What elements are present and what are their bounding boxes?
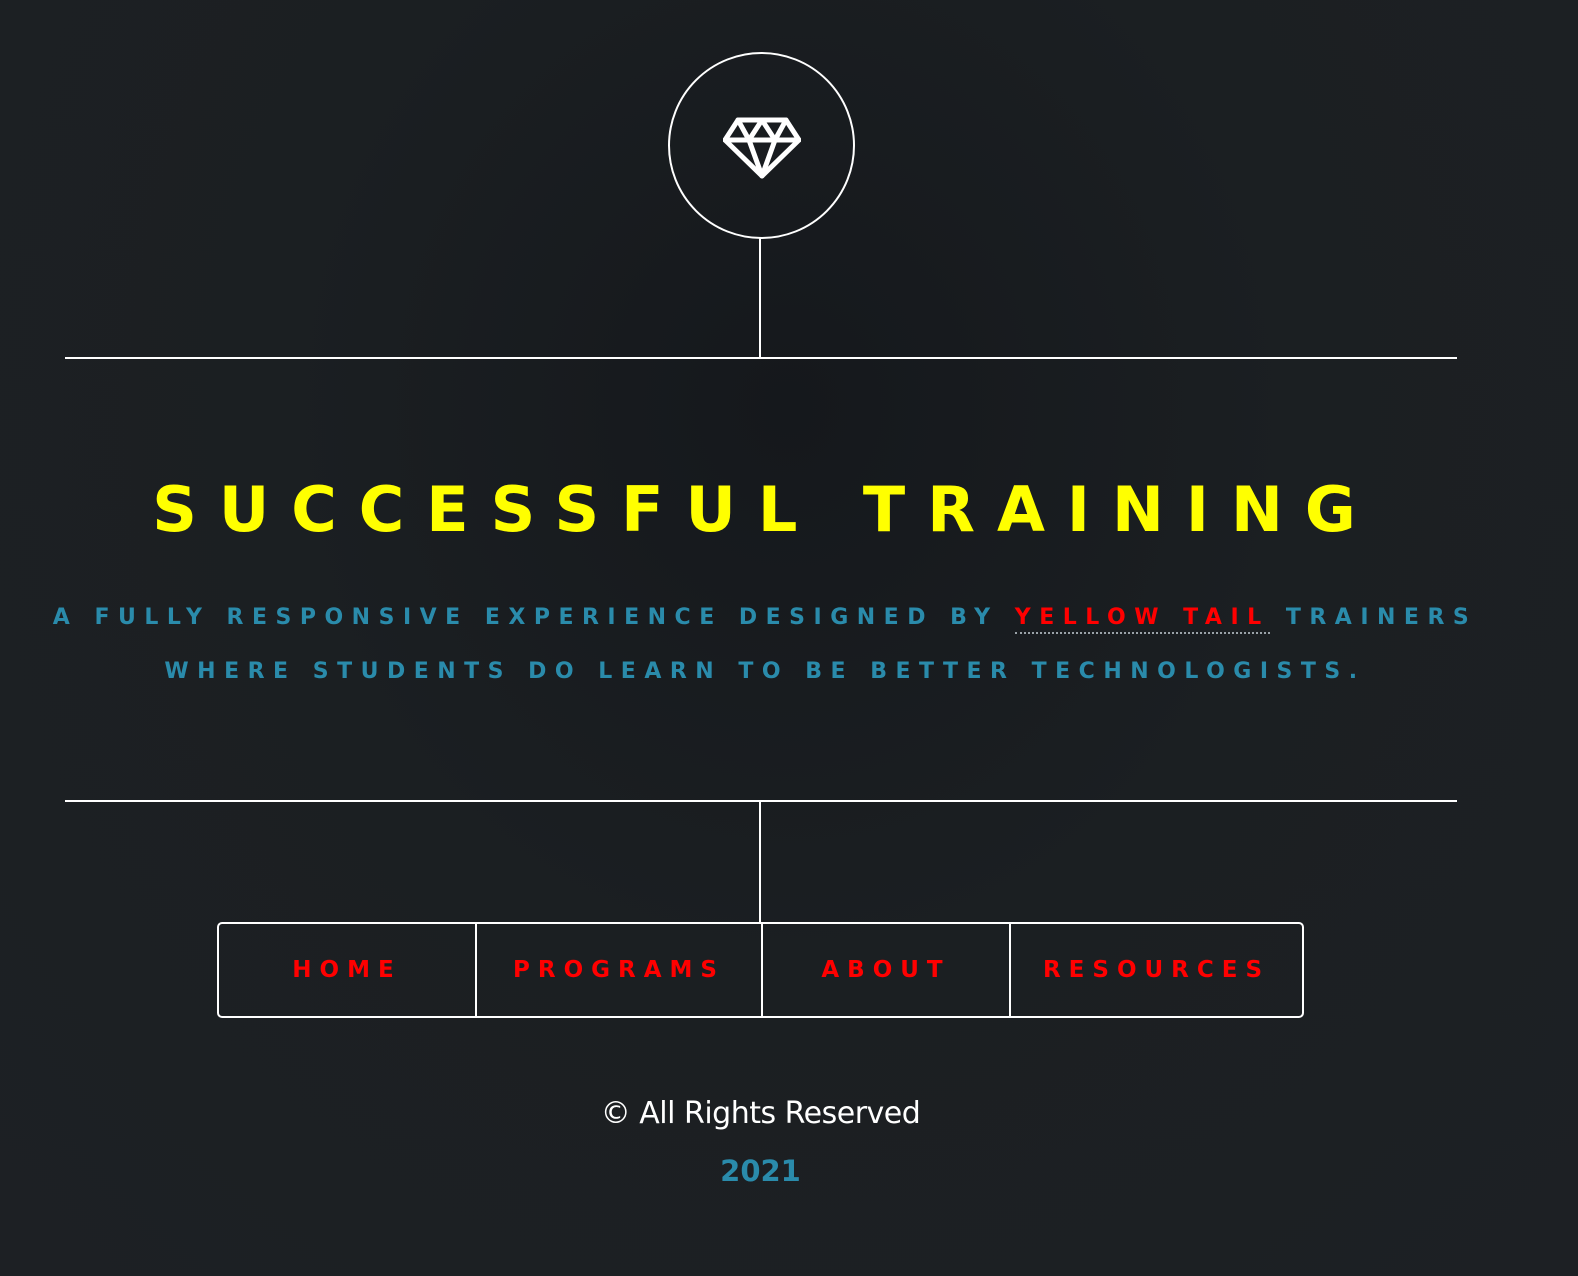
nav-resources-link[interactable]: RESOURCES [1009, 924, 1302, 1016]
subtitle-text-before: A FULLY RESPONSIVE EXPERIENCE DESIGNED B… [52, 605, 999, 630]
nav-home-link[interactable]: HOME [219, 924, 475, 1016]
footer-year: 2021 [720, 1154, 801, 1188]
logo-circle [668, 52, 855, 239]
footer-copyright: © All Rights Reserved [600, 1096, 921, 1131]
main-nav: HOME PROGRAMS ABOUT RESOURCES [217, 922, 1304, 1018]
subtitle-line-1: A FULLY RESPONSIVE EXPERIENCE DESIGNED B… [0, 603, 1530, 634]
nav-about-link[interactable]: ABOUT [761, 924, 1009, 1016]
nav-programs-link[interactable]: PROGRAMS [475, 924, 761, 1016]
top-divider [65, 357, 1457, 359]
page-title: SUCCESSFUL TRAINING [152, 473, 1378, 546]
subtitle-text-after: TRAINERS [1285, 605, 1478, 630]
diamond-icon [723, 117, 801, 179]
subtitle-line-2: WHERE STUDENTS DO LEARN TO BE BETTER TEC… [164, 659, 1366, 684]
bottom-divider [65, 800, 1457, 802]
bottom-connector-line [759, 802, 761, 923]
yellow-tail-link[interactable]: YELLOW TAIL [1014, 605, 1270, 634]
top-connector-line [759, 237, 761, 358]
